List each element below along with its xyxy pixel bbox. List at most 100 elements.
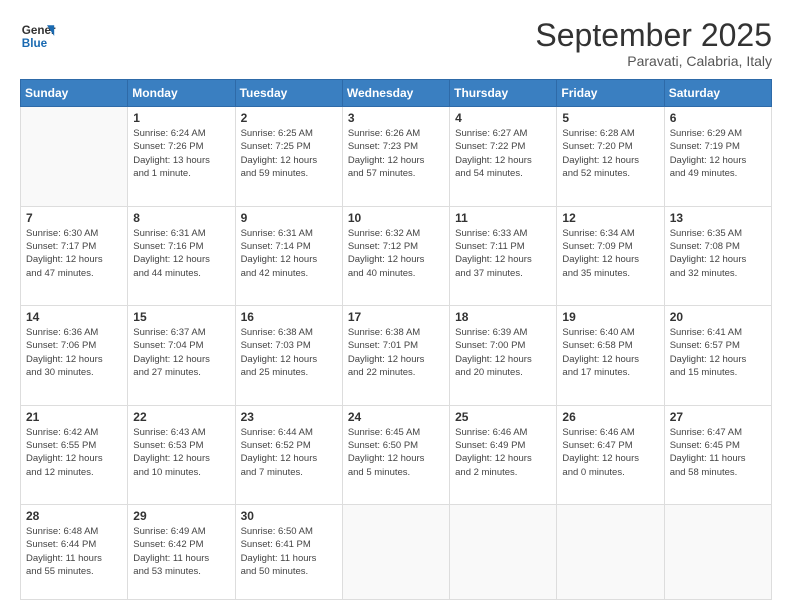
- col-tuesday: Tuesday: [235, 80, 342, 107]
- day-number: 29: [133, 509, 229, 523]
- table-row: 27 Sunrise: 6:47 AMSunset: 6:45 PMDayligh…: [664, 405, 771, 504]
- table-row: 12 Sunrise: 6:34 AMSunset: 7:09 PMDayligh…: [557, 206, 664, 305]
- day-number: 12: [562, 211, 658, 225]
- page: General Blue September 2025 Paravati, Ca…: [0, 0, 792, 612]
- table-row: 28 Sunrise: 6:48 AMSunset: 6:44 PMDayligh…: [21, 505, 128, 600]
- logo-icon: General Blue: [20, 18, 56, 54]
- day-info: Sunrise: 6:28 AMSunset: 7:20 PMDaylight:…: [562, 127, 658, 180]
- col-monday: Monday: [128, 80, 235, 107]
- table-row: 16 Sunrise: 6:38 AMSunset: 7:03 PMDayligh…: [235, 306, 342, 405]
- table-row: 19 Sunrise: 6:40 AMSunset: 6:58 PMDayligh…: [557, 306, 664, 405]
- subtitle: Paravati, Calabria, Italy: [535, 53, 772, 69]
- day-info: Sunrise: 6:41 AMSunset: 6:57 PMDaylight:…: [670, 326, 766, 379]
- day-number: 19: [562, 310, 658, 324]
- day-number: 23: [241, 410, 337, 424]
- day-info: Sunrise: 6:39 AMSunset: 7:00 PMDaylight:…: [455, 326, 551, 379]
- table-row: 29 Sunrise: 6:49 AMSunset: 6:42 PMDayligh…: [128, 505, 235, 600]
- day-info: Sunrise: 6:40 AMSunset: 6:58 PMDaylight:…: [562, 326, 658, 379]
- day-number: 26: [562, 410, 658, 424]
- table-row: [450, 505, 557, 600]
- table-row: 5Sunrise: 6:28 AMSunset: 7:20 PMDaylight…: [557, 107, 664, 206]
- day-info: Sunrise: 6:34 AMSunset: 7:09 PMDaylight:…: [562, 227, 658, 280]
- day-number: 4: [455, 111, 551, 125]
- day-info: Sunrise: 6:29 AMSunset: 7:19 PMDaylight:…: [670, 127, 766, 180]
- day-number: 17: [348, 310, 444, 324]
- day-number: 30: [241, 509, 337, 523]
- col-friday: Friday: [557, 80, 664, 107]
- day-number: 10: [348, 211, 444, 225]
- day-info: Sunrise: 6:31 AMSunset: 7:14 PMDaylight:…: [241, 227, 337, 280]
- table-row: 30 Sunrise: 6:50 AMSunset: 6:41 PMDayligh…: [235, 505, 342, 600]
- table-row: [557, 505, 664, 600]
- table-row: 17 Sunrise: 6:38 AMSunset: 7:01 PMDayligh…: [342, 306, 449, 405]
- title-block: September 2025 Paravati, Calabria, Italy: [535, 18, 772, 69]
- day-info: Sunrise: 6:24 AMSunset: 7:26 PMDaylight:…: [133, 127, 229, 180]
- day-info: Sunrise: 6:30 AMSunset: 7:17 PMDaylight:…: [26, 227, 122, 280]
- day-number: 7: [26, 211, 122, 225]
- table-row: [664, 505, 771, 600]
- day-info: Sunrise: 6:38 AMSunset: 7:01 PMDaylight:…: [348, 326, 444, 379]
- day-info: Sunrise: 6:44 AMSunset: 6:52 PMDaylight:…: [241, 426, 337, 479]
- main-title: September 2025: [535, 18, 772, 53]
- day-info: Sunrise: 6:33 AMSunset: 7:11 PMDaylight:…: [455, 227, 551, 280]
- table-row: 2 Sunrise: 6:25 AMSunset: 7:25 PMDaylight…: [235, 107, 342, 206]
- logo: General Blue: [20, 18, 56, 54]
- table-row: 18 Sunrise: 6:39 AMSunset: 7:00 PMDayligh…: [450, 306, 557, 405]
- day-number: 21: [26, 410, 122, 424]
- day-number: 27: [670, 410, 766, 424]
- day-info: Sunrise: 6:50 AMSunset: 6:41 PMDaylight:…: [241, 525, 337, 578]
- day-info: Sunrise: 6:48 AMSunset: 6:44 PMDaylight:…: [26, 525, 122, 578]
- day-number: 28: [26, 509, 122, 523]
- table-row: 10 Sunrise: 6:32 AMSunset: 7:12 PMDayligh…: [342, 206, 449, 305]
- table-row: 14 Sunrise: 6:36 AMSunset: 7:06 PMDayligh…: [21, 306, 128, 405]
- day-number: 25: [455, 410, 551, 424]
- day-number: 2: [241, 111, 337, 125]
- table-row: 7 Sunrise: 6:30 AMSunset: 7:17 PMDaylight…: [21, 206, 128, 305]
- table-row: 23 Sunrise: 6:44 AMSunset: 6:52 PMDayligh…: [235, 405, 342, 504]
- table-row: 13 Sunrise: 6:35 AMSunset: 7:08 PMDayligh…: [664, 206, 771, 305]
- day-number: 22: [133, 410, 229, 424]
- table-row: 3 Sunrise: 6:26 AMSunset: 7:23 PMDaylight…: [342, 107, 449, 206]
- day-number: 24: [348, 410, 444, 424]
- day-info: Sunrise: 6:26 AMSunset: 7:23 PMDaylight:…: [348, 127, 444, 180]
- table-row: 20 Sunrise: 6:41 AMSunset: 6:57 PMDayligh…: [664, 306, 771, 405]
- calendar: Sunday Monday Tuesday Wednesday Thursday…: [20, 79, 772, 600]
- day-info: Sunrise: 6:43 AMSunset: 6:53 PMDaylight:…: [133, 426, 229, 479]
- day-info: Sunrise: 6:32 AMSunset: 7:12 PMDaylight:…: [348, 227, 444, 280]
- table-row: 8Sunrise: 6:31 AMSunset: 7:16 PMDaylight…: [128, 206, 235, 305]
- table-row: 1 Sunrise: 6:24 AMSunset: 7:26 PMDaylight…: [128, 107, 235, 206]
- table-row: [342, 505, 449, 600]
- table-row: 22 Sunrise: 6:43 AMSunset: 6:53 PMDayligh…: [128, 405, 235, 504]
- day-number: 20: [670, 310, 766, 324]
- day-info: Sunrise: 6:42 AMSunset: 6:55 PMDaylight:…: [26, 426, 122, 479]
- day-info: Sunrise: 6:35 AMSunset: 7:08 PMDaylight:…: [670, 227, 766, 280]
- header: General Blue September 2025 Paravati, Ca…: [20, 18, 772, 69]
- day-number: 16: [241, 310, 337, 324]
- day-info: Sunrise: 6:36 AMSunset: 7:06 PMDaylight:…: [26, 326, 122, 379]
- table-row: 15Sunrise: 6:37 AMSunset: 7:04 PMDayligh…: [128, 306, 235, 405]
- day-number: 13: [670, 211, 766, 225]
- table-row: [21, 107, 128, 206]
- day-number: 3: [348, 111, 444, 125]
- table-row: 9 Sunrise: 6:31 AMSunset: 7:14 PMDaylight…: [235, 206, 342, 305]
- day-info: Sunrise: 6:38 AMSunset: 7:03 PMDaylight:…: [241, 326, 337, 379]
- day-number: 8: [133, 211, 229, 225]
- table-row: 25Sunrise: 6:46 AMSunset: 6:49 PMDayligh…: [450, 405, 557, 504]
- day-info: Sunrise: 6:49 AMSunset: 6:42 PMDaylight:…: [133, 525, 229, 578]
- day-number: 1: [133, 111, 229, 125]
- day-info: Sunrise: 6:45 AMSunset: 6:50 PMDaylight:…: [348, 426, 444, 479]
- table-row: 24 Sunrise: 6:45 AMSunset: 6:50 PMDayligh…: [342, 405, 449, 504]
- day-number: 11: [455, 211, 551, 225]
- table-row: 11 Sunrise: 6:33 AMSunset: 7:11 PMDayligh…: [450, 206, 557, 305]
- day-number: 18: [455, 310, 551, 324]
- day-info: Sunrise: 6:25 AMSunset: 7:25 PMDaylight:…: [241, 127, 337, 180]
- day-number: 9: [241, 211, 337, 225]
- svg-text:Blue: Blue: [22, 37, 48, 50]
- day-number: 14: [26, 310, 122, 324]
- day-number: 15: [133, 310, 229, 324]
- table-row: 26 Sunrise: 6:46 AMSunset: 6:47 PMDayligh…: [557, 405, 664, 504]
- col-thursday: Thursday: [450, 80, 557, 107]
- day-info: Sunrise: 6:47 AMSunset: 6:45 PMDaylight:…: [670, 426, 766, 479]
- col-sunday: Sunday: [21, 80, 128, 107]
- day-info: Sunrise: 6:46 AMSunset: 6:47 PMDaylight:…: [562, 426, 658, 479]
